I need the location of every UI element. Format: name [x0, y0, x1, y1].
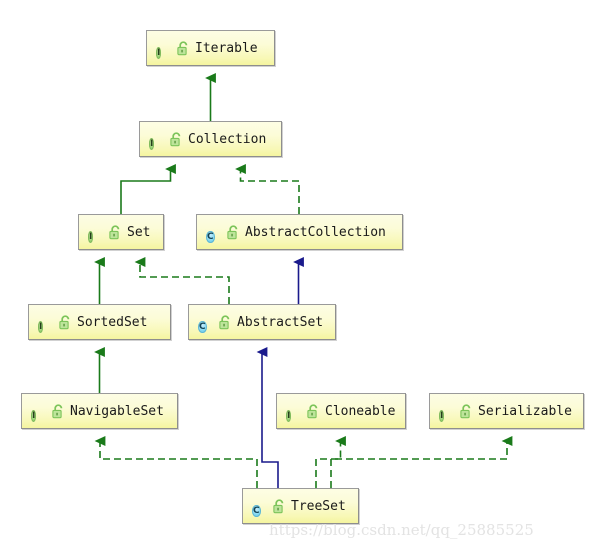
stereotype-glyph: I — [149, 137, 155, 150]
edge-treeset-implements-navigableset — [94, 436, 258, 488]
uml-node-sortedset[interactable]: I SortedSet — [28, 304, 171, 340]
uml-node-label: AbstractCollection — [245, 224, 386, 240]
stereotype-glyph: C — [206, 230, 215, 243]
uml-node-abstractset[interactable]: C AbstractSet — [188, 304, 336, 340]
stereotype-glyph: I — [38, 320, 44, 333]
stereotype-glyph: C — [252, 504, 261, 517]
uml-node-label: Set — [127, 224, 151, 240]
edge-treeset-implements-serializable — [330, 436, 513, 488]
visibility-icon-wrap — [226, 224, 245, 240]
unlocked-padlock-icon — [219, 314, 230, 329]
edge-set-extends-collection — [120, 164, 176, 214]
unlocked-padlock-icon — [52, 403, 63, 418]
stereotype-glyph: I — [156, 46, 162, 59]
uml-node-label: TreeSet — [291, 498, 346, 514]
unlocked-padlock-icon — [170, 131, 181, 146]
interface-icon: I — [286, 403, 303, 422]
uml-node-serializable[interactable]: I Serializable — [429, 393, 584, 429]
visibility-icon-wrap — [58, 314, 77, 330]
stereotype-glyph: I — [88, 230, 94, 243]
stereotype-glyph: I — [439, 409, 445, 422]
unlocked-padlock-icon — [307, 403, 318, 418]
uml-node-label: SortedSet — [77, 314, 148, 330]
visibility-icon-wrap — [51, 403, 70, 419]
stereotype-glyph: C — [198, 320, 207, 333]
visibility-icon-wrap — [459, 403, 478, 419]
class-icon: C — [198, 314, 215, 333]
visibility-icon-wrap — [169, 131, 188, 147]
uml-node-navigableset[interactable]: I NavigableSet — [21, 393, 178, 429]
uml-node-label: NavigableSet — [70, 403, 164, 419]
visibility-icon-wrap — [306, 403, 325, 419]
interface-icon: I — [149, 131, 166, 150]
uml-node-iterable[interactable]: I Iterable — [146, 30, 275, 66]
unlocked-padlock-icon — [273, 498, 284, 513]
uml-node-collection[interactable]: I Collection — [139, 121, 282, 157]
interface-icon: I — [88, 224, 105, 243]
interface-icon: I — [439, 403, 456, 422]
unlocked-padlock-icon — [227, 224, 238, 239]
visibility-icon-wrap — [176, 40, 195, 56]
visibility-icon-wrap — [272, 498, 291, 514]
visibility-icon-wrap — [218, 314, 237, 330]
watermark-text: https://blog.csdn.net/qq_25885525 — [269, 521, 534, 539]
interface-icon: I — [38, 314, 55, 333]
uml-node-label: Cloneable — [325, 403, 396, 419]
uml-node-label: Iterable — [195, 40, 258, 56]
uml-node-treeset[interactable]: C TreeSet — [242, 488, 359, 524]
class-icon: C — [206, 224, 223, 243]
stereotype-glyph: I — [31, 409, 37, 422]
edge-abstractcollection-implements-collection — [235, 164, 300, 214]
stereotype-glyph: I — [286, 409, 292, 422]
edge-abstractset-implements-set — [134, 257, 230, 304]
unlocked-padlock-icon — [460, 403, 471, 418]
edge-treeset-implements-cloneable — [315, 436, 346, 488]
uml-node-set[interactable]: I Set — [78, 214, 164, 250]
class-icon: C — [252, 498, 269, 517]
uml-node-abstractcollection[interactable]: C AbstractCollection — [196, 214, 403, 250]
interface-icon: I — [31, 403, 48, 422]
uml-node-label: AbstractSet — [237, 314, 324, 330]
uml-diagram-canvas — [94, 73, 513, 488]
unlocked-padlock-icon — [177, 40, 188, 55]
unlocked-padlock-icon — [109, 224, 120, 239]
interface-icon: I — [156, 40, 173, 59]
uml-node-label: Serializable — [478, 403, 572, 419]
uml-node-cloneable[interactable]: I Cloneable — [276, 393, 406, 429]
visibility-icon-wrap — [108, 224, 127, 240]
unlocked-padlock-icon — [59, 314, 70, 329]
uml-node-label: Collection — [188, 131, 267, 147]
